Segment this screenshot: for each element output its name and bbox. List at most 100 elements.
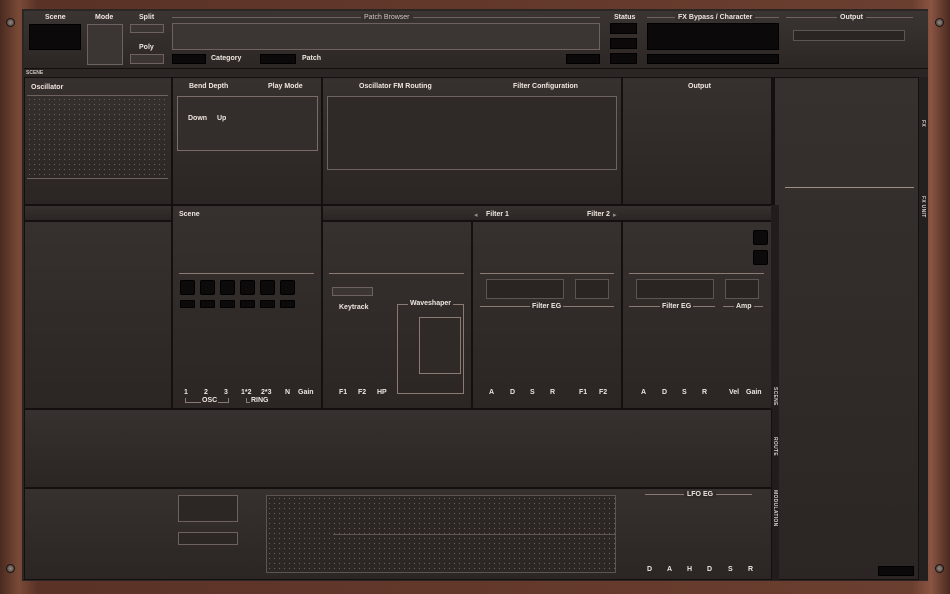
filter2-arrow-icon[interactable]: ▸ [613, 211, 617, 219]
screw-icon [6, 18, 15, 27]
lfo-shape-selector[interactable] [178, 495, 238, 522]
scene-selector[interactable] [29, 24, 81, 50]
mixer-mute-2[interactable] [200, 280, 215, 295]
filter-eg1-rule [480, 273, 614, 274]
keytrack-label: Keytrack [339, 304, 369, 311]
filter-config-label: Filter Configuration [513, 83, 578, 90]
env-label-r: R [748, 566, 754, 573]
fx-tab[interactable]: FX [920, 120, 926, 127]
lfo-eg-label: LFO EG [684, 491, 717, 498]
lfo-mode-selector[interactable] [178, 532, 238, 545]
eg1-label-f1: F1 [579, 389, 588, 396]
mixer-mute-6[interactable] [280, 280, 295, 295]
bend-depth-label: Bend Depth [189, 83, 229, 90]
amp-label: Amp [734, 303, 754, 310]
fx-bypass-selector[interactable] [647, 23, 779, 50]
status-button-1[interactable] [610, 23, 637, 34]
env-label-h: H [687, 566, 693, 573]
waveshaper-label: Waveshaper [408, 300, 453, 307]
status-label: Status [614, 14, 636, 21]
scene-label: Scene [45, 14, 66, 21]
top-output-panel [622, 77, 772, 205]
route-panel [24, 409, 772, 488]
route-tab[interactable]: ROUTE [772, 437, 778, 456]
filter-label-f2: F2 [358, 389, 367, 396]
routing-display[interactable] [327, 96, 617, 170]
mixer-mute-1[interactable] [180, 280, 195, 295]
fx-tab-strip [919, 77, 928, 580]
output-volume-slider[interactable] [793, 30, 905, 41]
mixer-solo-4[interactable] [240, 300, 255, 308]
env-label-s: S [728, 566, 733, 573]
filter1-arrow-icon[interactable]: ◂ [474, 211, 478, 219]
filter-label-f1: F1 [339, 389, 348, 396]
mixer-solo-2[interactable] [200, 300, 215, 308]
eg1-label-d: D [510, 389, 516, 396]
env-label-d2: D [707, 566, 713, 573]
mixer-label-osc2: 2 [204, 389, 208, 396]
bend-play-display[interactable] [177, 96, 318, 151]
fx-bypass-label: FX Bypass / Character [675, 14, 756, 21]
category-label: Category [211, 55, 242, 62]
fx-unit-tab[interactable]: FX UNIT [920, 196, 926, 218]
fx-divider [785, 187, 914, 188]
eg1-label-s: S [530, 389, 535, 396]
character-selector[interactable] [647, 54, 779, 64]
screw-icon [935, 18, 944, 27]
bend-down-label: Down [188, 115, 208, 122]
filter-label-hp: HP [377, 389, 387, 396]
mixer-label-osc1: 1 [184, 389, 188, 396]
mixer-label-noise: N [285, 389, 291, 396]
mixer-rule [179, 273, 314, 274]
oscillator-display[interactable] [27, 97, 168, 179]
status-button-3[interactable] [610, 53, 637, 64]
scene-tab[interactable]: SCENE [772, 387, 778, 406]
filter1-label[interactable]: Filter 1 [486, 211, 509, 218]
waveshaper-display[interactable] [419, 317, 461, 374]
category-prev-button[interactable] [172, 54, 206, 64]
split-field[interactable] [130, 24, 164, 33]
mixer-solo-5[interactable] [260, 300, 275, 308]
mixer-mute-4[interactable] [240, 280, 255, 295]
mixer-solo-3[interactable] [220, 300, 235, 308]
filter1-subtype-display[interactable] [575, 279, 609, 299]
filter-eg2-panel [622, 221, 772, 409]
patch-name-field[interactable] [172, 23, 600, 50]
oscillator-rule [27, 95, 168, 96]
patch-browser-label: Patch Browser [361, 14, 413, 21]
modulation-tab[interactable]: MODULATION [772, 490, 778, 527]
filter-eg2-label: Filter EG [660, 303, 694, 310]
filter1-type-display[interactable] [486, 279, 564, 299]
mixer-solo-6[interactable] [280, 300, 295, 308]
filter-eg1-panel [472, 221, 622, 409]
oscillator-label: Oscillator [31, 84, 64, 91]
filter2-type-display[interactable] [636, 279, 714, 299]
mixer-label-ring23: 2*3 [261, 389, 272, 396]
filter-eg1-label: Filter EG [530, 303, 564, 310]
env-label-d1: D [647, 566, 653, 573]
keytrack-field[interactable] [332, 287, 373, 296]
eg1-label-a: A [489, 389, 495, 396]
filter2-subtype-display[interactable] [725, 279, 759, 299]
patch-prev-button[interactable] [260, 54, 296, 64]
patch-save-button[interactable] [566, 54, 600, 64]
eg2-label-gain: Gain [746, 389, 762, 396]
filter-header [322, 205, 772, 221]
status-button-2[interactable] [610, 38, 637, 49]
filter2-label[interactable]: Filter 2 [587, 211, 610, 218]
fm-routing-label: Oscillator FM Routing [359, 83, 432, 90]
eg2-label-r: R [702, 389, 708, 396]
eg2-label-a: A [641, 389, 647, 396]
eg1-label-f2: F2 [599, 389, 608, 396]
mode-selector[interactable] [87, 24, 123, 65]
mixer-mute-3[interactable] [220, 280, 235, 295]
poly-field[interactable] [130, 54, 164, 64]
eg2-label-d: D [662, 389, 668, 396]
mode-label: Mode [95, 14, 114, 21]
filter-eg2-button-2[interactable] [753, 250, 768, 265]
filter-eg2-button-1[interactable] [753, 230, 768, 245]
mixer-mute-5[interactable] [260, 280, 275, 295]
fx-output-button[interactable] [878, 566, 914, 576]
bend-up-label: Up [217, 115, 227, 122]
mixer-solo-1[interactable] [180, 300, 195, 308]
